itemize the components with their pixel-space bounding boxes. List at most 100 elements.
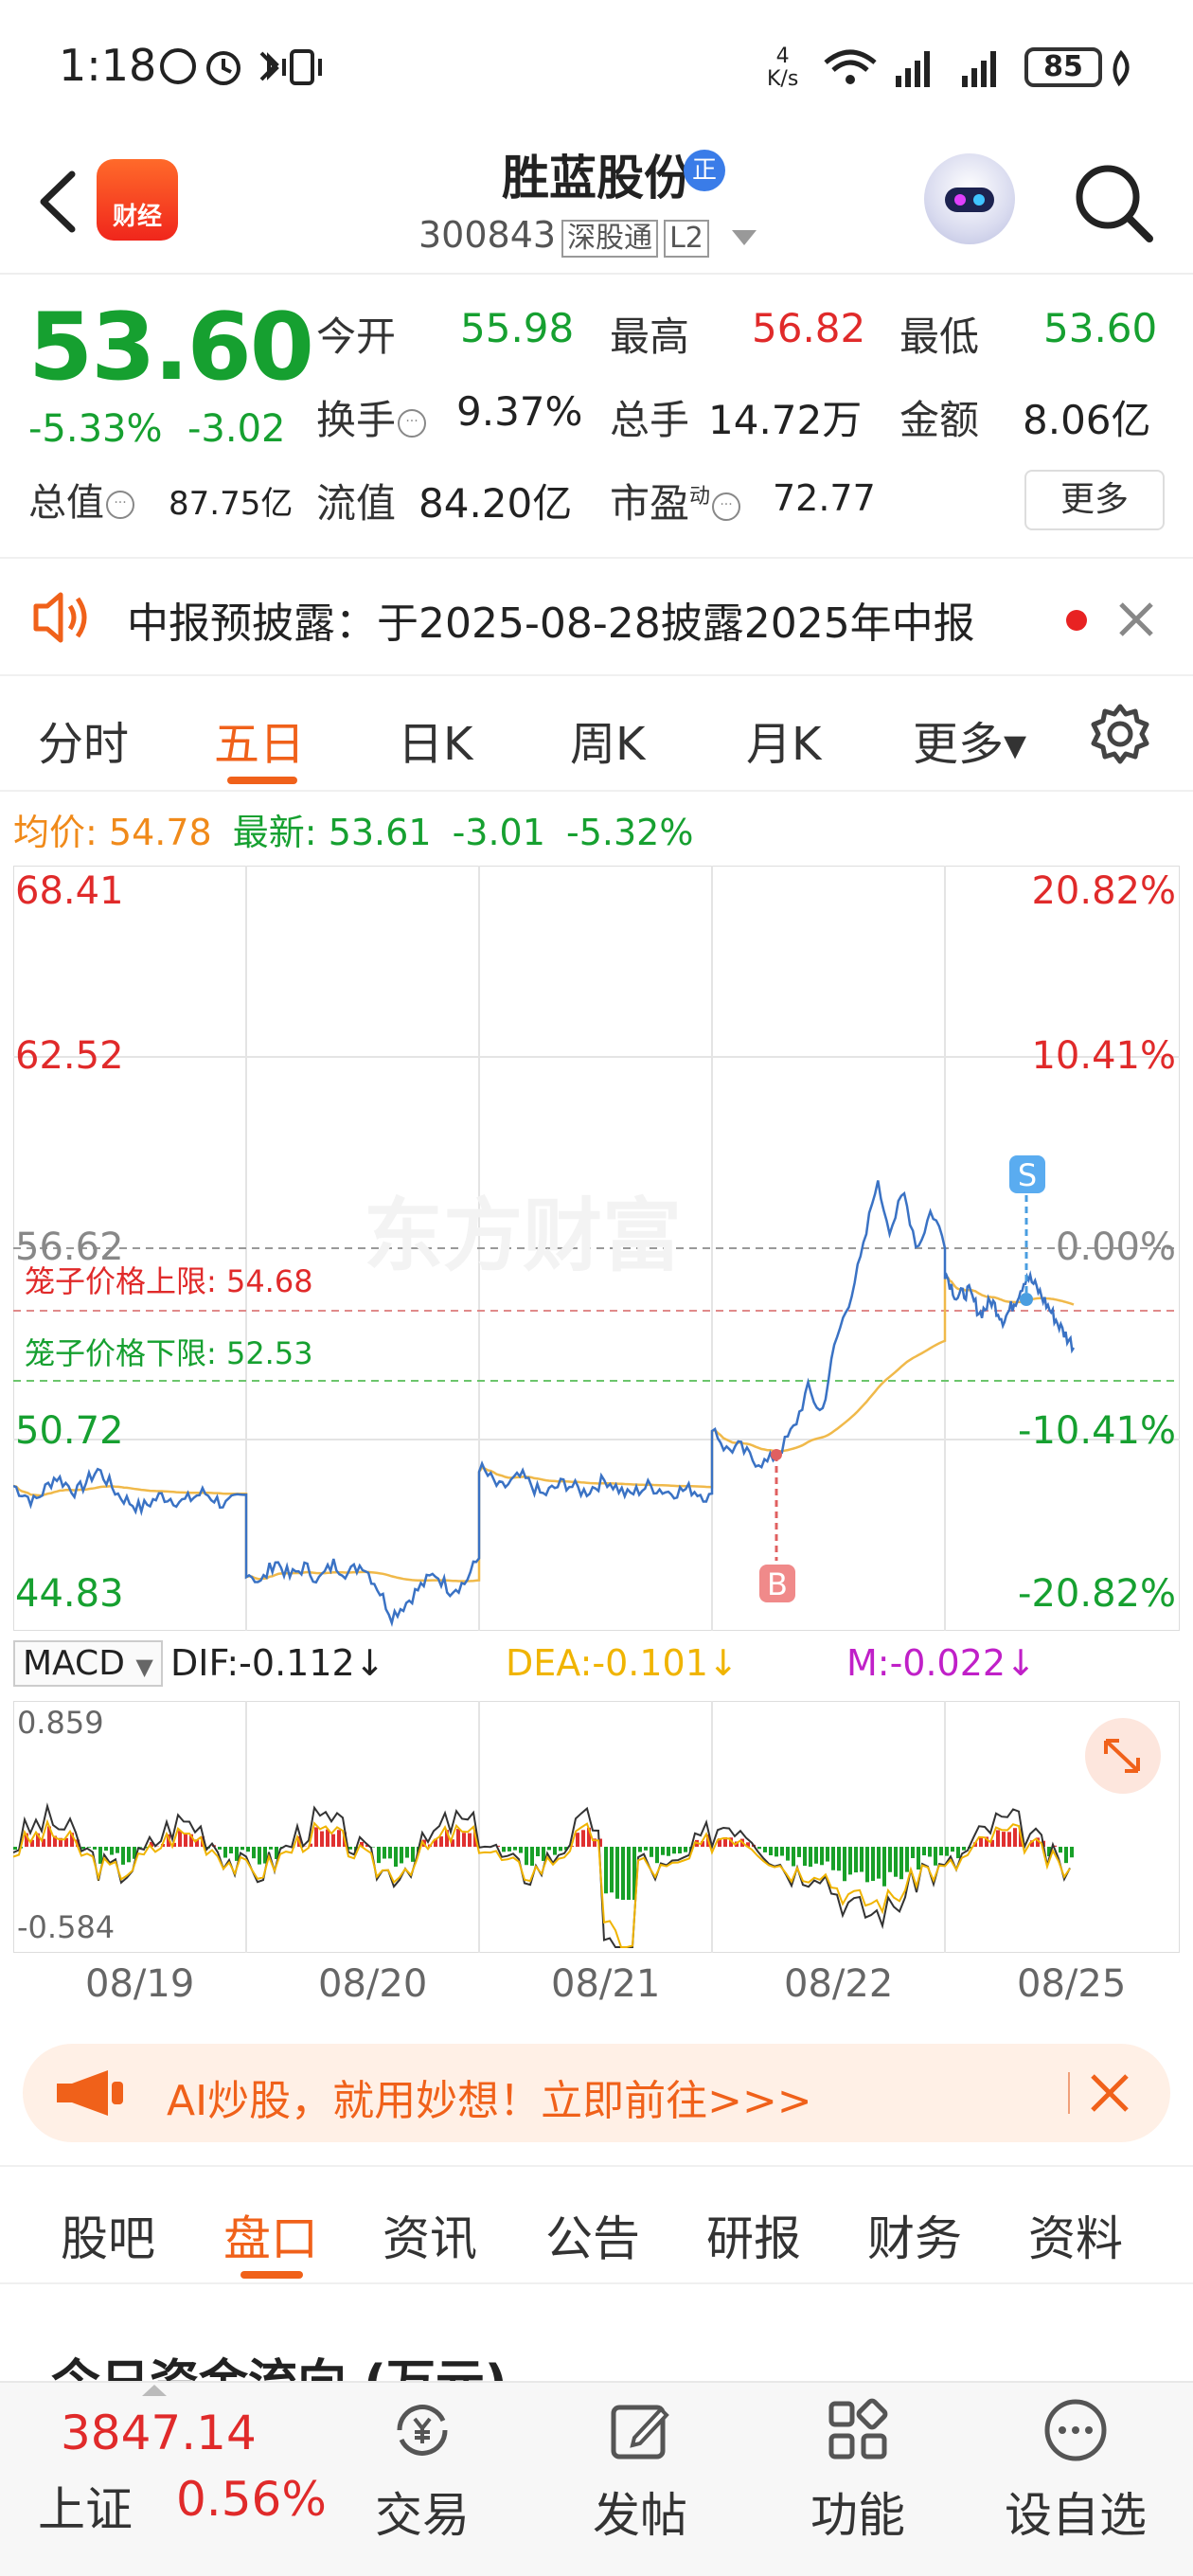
macd-bar [547, 1847, 551, 1851]
stock-code-line[interactable]: 300843 深股通 L2 [418, 214, 760, 258]
macd-bar [1070, 1847, 1074, 1858]
macd-bar [775, 1847, 778, 1857]
macd-bar [104, 1847, 108, 1852]
tab-active-underline [227, 777, 297, 784]
tab-weekly-k[interactable]: 周K [570, 707, 645, 773]
ai-ad-banner[interactable]: AI炒股，就用妙想！立即前往>>> [23, 2044, 1170, 2142]
info-dots-icon[interactable]: ··· [106, 491, 134, 519]
macd-bar [218, 1847, 222, 1850]
macd-bar [684, 1847, 687, 1852]
y-label-bottom: 44.83 [15, 1572, 124, 1616]
tab-intraday[interactable]: 分时 [38, 707, 129, 773]
status-icons [160, 48, 322, 85]
macd-bar [661, 1847, 665, 1855]
speed-unit: K/s [767, 67, 799, 91]
macd-bar [757, 1847, 761, 1850]
tab-monthly-k[interactable]: 月K [746, 707, 821, 773]
macd-bar [1013, 1828, 1017, 1847]
date-axis: 08/19 08/20 08/21 08/22 08/25 [0, 1960, 1193, 2017]
macd-bar [672, 1847, 676, 1854]
more-button[interactable]: 更多 [1024, 470, 1165, 530]
macd-bar [638, 1847, 642, 1852]
info-dots-icon[interactable]: ··· [398, 408, 427, 438]
close-icon[interactable] [1117, 600, 1155, 638]
macd-bottom-label: -0.584 [17, 1909, 115, 1945]
macd-bar [388, 1847, 392, 1859]
macd-bar [439, 1836, 443, 1847]
macd-bar [860, 1847, 864, 1872]
price-chart[interactable]: 东方财富 68.41 62.52 56.62 50.72 44.83 20.82… [13, 866, 1180, 1631]
gear-icon[interactable] [1089, 703, 1151, 765]
y-pct-mid: 0.00% [1056, 1225, 1176, 1269]
ai-robot-avatar[interactable] [924, 153, 1015, 244]
cage-upper-label: 笼子价格上限: 54.68 [25, 1263, 313, 1299]
macd-bar [93, 1847, 97, 1850]
tab-news[interactable]: 资讯 [383, 2201, 477, 2269]
macd-bar [383, 1847, 386, 1859]
chevron-down-icon: ▼ [135, 1654, 153, 1680]
macd-bar [507, 1847, 511, 1852]
macd-bar [1059, 1847, 1062, 1853]
tab-more[interactable]: 更多▾ [913, 707, 1026, 773]
pe-label: 市盈动 ··· [610, 472, 742, 529]
macd-chart[interactable]: 0.859 -0.584 [13, 1701, 1180, 1953]
macd-bar [87, 1847, 91, 1848]
quote-panel: 53.60 -5.33% -3.02 今开 55.98 最高 56.82 最低 … [0, 277, 1193, 551]
tab-profile[interactable]: 资料 [1028, 2201, 1123, 2269]
nav-watchlist[interactable]: 设自选 [981, 2383, 1170, 2576]
tab-daily-k[interactable]: 日K [398, 707, 472, 773]
unread-dot [1066, 610, 1087, 631]
tab-announcements[interactable]: 公告 [545, 2201, 640, 2269]
high-label: 最高 [610, 313, 690, 360]
y-label-top: 68.41 [15, 869, 124, 913]
info-dots-icon[interactable]: ··· [712, 492, 741, 521]
more-dots-icon [1044, 2399, 1107, 2461]
macd-header: MACD ▼ DIF:-0.112↓ DEA:-0.101↓ M:-0.022↓ [13, 1640, 1180, 1693]
macd-bar [831, 1847, 835, 1870]
tab-pankou[interactable]: 盘口 [223, 2201, 318, 2269]
nav-functions[interactable]: 功能 [763, 2383, 953, 2576]
tab-finance[interactable]: 财务 [867, 2201, 962, 2269]
macd-bar [922, 1847, 926, 1856]
search-icon[interactable] [1072, 161, 1155, 244]
macd-bar [610, 1847, 614, 1893]
macd-bar [326, 1829, 329, 1847]
expand-icon[interactable] [1085, 1718, 1161, 1794]
macd-bar [627, 1847, 631, 1900]
notice-bar[interactable]: 中报预披露：于2025-08-28披露2025年中报 [0, 557, 1193, 676]
macd-bar [1007, 1832, 1011, 1847]
macd-bar [258, 1847, 261, 1865]
open-label: 今开 [316, 313, 397, 360]
macd-bar [502, 1847, 506, 1852]
macd-bar [826, 1847, 829, 1862]
nav-trade-label: 交易 [375, 2488, 470, 2543]
volume-label: 总手 [610, 397, 690, 443]
nav-trade[interactable]: 交易 [328, 2383, 517, 2576]
info-tabs: 股吧 盘口 资讯 公告 研报 财务 资料 [0, 2165, 1193, 2284]
macd-bar [184, 1834, 187, 1847]
pe-label-text: 市盈 [610, 480, 690, 527]
macd-bar [377, 1847, 381, 1864]
float-value: 84.20亿 [418, 480, 573, 527]
macd-bar [348, 1847, 352, 1850]
stock-header: 财经 胜蓝股份 正 300843 深股通 L2 [0, 133, 1193, 275]
macd-bar [854, 1847, 858, 1873]
watermark: 东方财富 [364, 1190, 682, 1282]
y-label-upper: 62.52 [15, 1034, 124, 1078]
index-quote[interactable]: 3847.14 上证 0.56% [0, 2383, 350, 2576]
tab-guba[interactable]: 股吧 [61, 2201, 155, 2269]
macd-bar [337, 1830, 341, 1847]
macd-bar [519, 1847, 523, 1853]
macd-bar [1064, 1847, 1068, 1864]
tab-five-day[interactable]: 五日 [214, 707, 305, 773]
tab-research[interactable]: 研报 [706, 2201, 801, 2269]
last-price: 53.60 [28, 294, 314, 402]
macd-bar [865, 1847, 869, 1883]
close-icon[interactable] [1089, 2072, 1131, 2114]
nav-post[interactable]: 发帖 [545, 2383, 735, 2576]
nav-watchlist-label: 设自选 [1005, 2488, 1147, 2543]
macd-selector[interactable]: MACD ▼ [13, 1640, 163, 1687]
float-label: 流值 [316, 480, 397, 527]
macd-bar [559, 1847, 562, 1852]
macd-bar [553, 1847, 557, 1855]
